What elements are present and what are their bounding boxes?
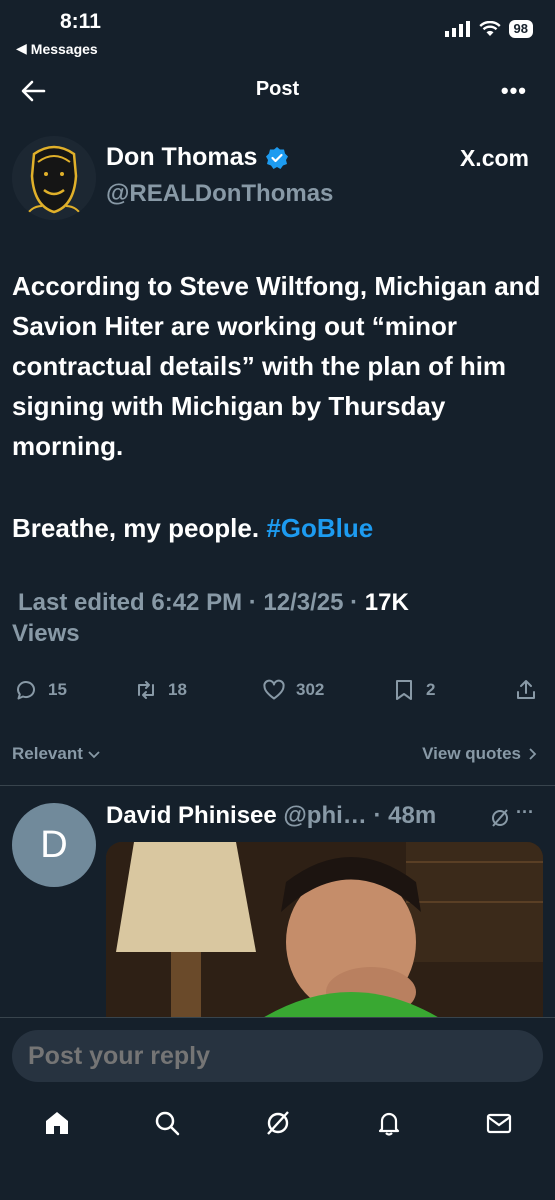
grok-nav-icon[interactable] [263, 1108, 293, 1138]
reply-author-row[interactable]: David Phinisee @phi… · 48m [106, 802, 436, 830]
views-count: 17K [364, 589, 409, 616]
verified-badge-icon [266, 146, 289, 169]
notifications-icon[interactable] [374, 1108, 404, 1138]
author-name-row[interactable]: Don Thomas [106, 143, 289, 172]
like-count: 302 [296, 680, 325, 699]
messages-icon[interactable] [484, 1108, 514, 1138]
author-name[interactable]: Don Thomas [106, 143, 257, 172]
page-title: Post [255, 78, 300, 100]
reply-count: 15 [48, 680, 67, 699]
author-handle[interactable]: @REALDonThomas [106, 180, 333, 208]
tweet-text-closing: Breathe, my people. [12, 513, 260, 543]
repost-count: 18 [168, 680, 187, 699]
meta-separator: · [343, 589, 365, 616]
reply-more-icon[interactable]: ··· [516, 802, 534, 823]
tweet-text-line2: Breathe, my people. #GoBlue [12, 508, 373, 548]
tweet-meta: Last edited 6:42 PM · 12/3/25 · 17K [18, 589, 409, 617]
search-icon[interactable] [152, 1108, 182, 1138]
source-label: X.com [459, 145, 529, 171]
chevron-right-icon [529, 748, 537, 760]
view-quotes-link[interactable]: View quotes [422, 744, 539, 764]
cartoon-face-icon [12, 136, 96, 220]
battery-icon: 98 [508, 20, 533, 38]
status-indicators: 98 [444, 20, 533, 38]
bookmark-count: 2 [426, 680, 436, 699]
sort-relevant-dropdown[interactable]: Relevant [12, 744, 101, 764]
share-button[interactable] [514, 678, 538, 702]
author-avatar[interactable] [12, 136, 96, 220]
view-quotes-label: View quotes [422, 744, 521, 763]
edited-timestamp[interactable]: Last edited 6:42 PM · 12/3/25 [18, 589, 343, 616]
hashtag-link[interactable]: #GoBlue [266, 513, 373, 543]
divider [0, 785, 555, 786]
heart-icon [263, 679, 285, 700]
reply-author-name[interactable]: David Phinisee [106, 802, 277, 829]
reply-gif-media[interactable] [106, 842, 543, 1022]
reply-input[interactable] [12, 1030, 543, 1082]
back-triangle-icon: ◀ [16, 40, 27, 56]
like-button[interactable]: 302 [262, 678, 324, 702]
views-label: Views [12, 620, 80, 647]
tweet-text: According to Steve Wiltfong, Michigan an… [12, 271, 541, 461]
reply-avatar[interactable]: D [12, 803, 96, 887]
more-options-icon[interactable]: ••• [501, 78, 527, 104]
bookmark-button[interactable]: 2 [392, 678, 435, 702]
reply-button[interactable]: 15 [14, 678, 67, 702]
gif-scene-icon [106, 842, 543, 1022]
repost-button[interactable]: 18 [134, 678, 187, 702]
chevron-down-icon [88, 751, 100, 759]
bookmark-icon [396, 680, 412, 700]
share-icon [517, 680, 535, 699]
home-icon[interactable] [42, 1108, 72, 1138]
repost-icon [138, 681, 154, 699]
reply-icon [17, 681, 35, 700]
back-to-messages[interactable]: ◀ Messages [16, 40, 98, 57]
wifi-icon [478, 21, 501, 36]
back-to-messages-label: Messages [30, 40, 98, 57]
sort-label: Relevant [12, 744, 83, 763]
reply-author-handle[interactable]: @phi… [283, 802, 366, 829]
grok-icon[interactable] [488, 806, 512, 830]
reply-time: · 48m [373, 802, 437, 829]
signal-icon [444, 21, 470, 37]
status-time: 8:11 [60, 10, 101, 33]
